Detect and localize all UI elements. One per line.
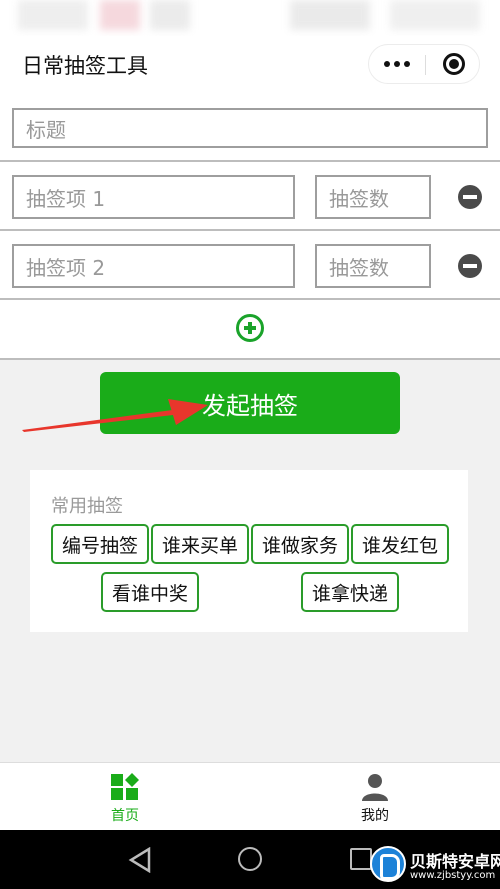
common-draw-chip[interactable]: 谁做家务 (251, 524, 349, 564)
draw-item-placeholder: 抽签项 1 (26, 186, 106, 211)
close-miniprogram-button[interactable] (443, 53, 465, 75)
add-item-button[interactable] (236, 314, 264, 342)
annotation-arrow-shaft (22, 409, 182, 432)
title-input[interactable]: 标题 (12, 108, 488, 148)
chip-label: 谁发红包 (361, 534, 438, 557)
common-draw-chip[interactable]: 编号抽签 (51, 524, 149, 564)
status-blur (290, 0, 370, 30)
start-draw-label: 发起抽签 (202, 391, 298, 420)
chip-label: 编号抽签 (61, 534, 138, 557)
more-dot-icon (404, 61, 410, 67)
home-grid-icon (111, 773, 139, 800)
common-draw-chip[interactable]: 谁来买单 (151, 524, 249, 564)
add-item-row (0, 300, 500, 360)
page-title: 日常抽签工具 (22, 54, 148, 78)
remove-item-button[interactable] (458, 254, 482, 278)
chip-label: 谁做家务 (261, 534, 338, 557)
common-draws-card: 常用抽签 编号抽签 谁来买单 谁做家务 谁发红包 看谁中奖 谁拿快递 (30, 470, 468, 632)
status-blur (150, 0, 190, 30)
recent-apps-icon[interactable] (350, 848, 372, 870)
draw-form: 标题 抽签项 1 抽签数 抽签项 2 抽签数 (0, 94, 500, 360)
common-draw-chip[interactable]: 看谁中奖 (101, 572, 199, 612)
status-blur (18, 0, 88, 30)
draw-count-placeholder: 抽签数 (329, 255, 389, 280)
title-placeholder: 标题 (26, 117, 66, 142)
draw-count-placeholder: 抽签数 (329, 186, 389, 211)
title-row: 标题 (0, 94, 500, 162)
status-bar (0, 0, 500, 36)
remove-item-button[interactable] (458, 185, 482, 209)
status-blur (390, 0, 480, 30)
more-options-button[interactable] (369, 45, 425, 83)
capsule-menu (368, 44, 480, 84)
tab-home[interactable]: 首页 (0, 763, 250, 831)
tab-me-label: 我的 (361, 808, 389, 824)
status-blur (100, 0, 140, 30)
draw-item-input[interactable]: 抽签项 2 (12, 244, 295, 288)
chip-label: 谁来买单 (161, 534, 238, 557)
common-draw-chip[interactable]: 谁拿快递 (301, 572, 399, 612)
watermark-logo-icon (370, 846, 406, 882)
annotation-arrow-icon (22, 399, 208, 432)
tab-me[interactable]: 我的 (250, 763, 500, 831)
draw-item-row: 抽签项 1 抽签数 (0, 162, 500, 231)
watermark-url: www.zjbstyy.com (410, 870, 496, 881)
common-draws-title: 常用抽签 (51, 496, 123, 517)
watermark: 贝斯特安卓网 www.zjbstyy.com (370, 846, 500, 889)
back-triangle-icon[interactable] (128, 847, 152, 873)
more-dot-icon (384, 61, 390, 67)
draw-item-placeholder: 抽签项 2 (26, 255, 106, 280)
person-icon (362, 774, 388, 801)
more-dot-icon (394, 61, 400, 67)
draw-count-input[interactable]: 抽签数 (315, 244, 431, 288)
draw-count-input[interactable]: 抽签数 (315, 175, 431, 219)
draw-item-row: 抽签项 2 抽签数 (0, 231, 500, 300)
watermark-name: 贝斯特安卓网 (410, 852, 500, 871)
tab-home-label: 首页 (111, 808, 139, 824)
common-draw-chip[interactable]: 谁发红包 (351, 524, 449, 564)
annotation-arrow-head (168, 399, 208, 425)
draw-item-input[interactable]: 抽签项 1 (12, 175, 295, 219)
chip-label: 谁拿快递 (311, 582, 388, 605)
tab-bar: 首页 我的 (0, 762, 500, 830)
chip-label: 看谁中奖 (111, 582, 188, 605)
navigation-bar: 日常抽签工具 (0, 36, 500, 94)
capsule-divider (425, 55, 426, 75)
home-circle-icon[interactable] (238, 847, 262, 871)
